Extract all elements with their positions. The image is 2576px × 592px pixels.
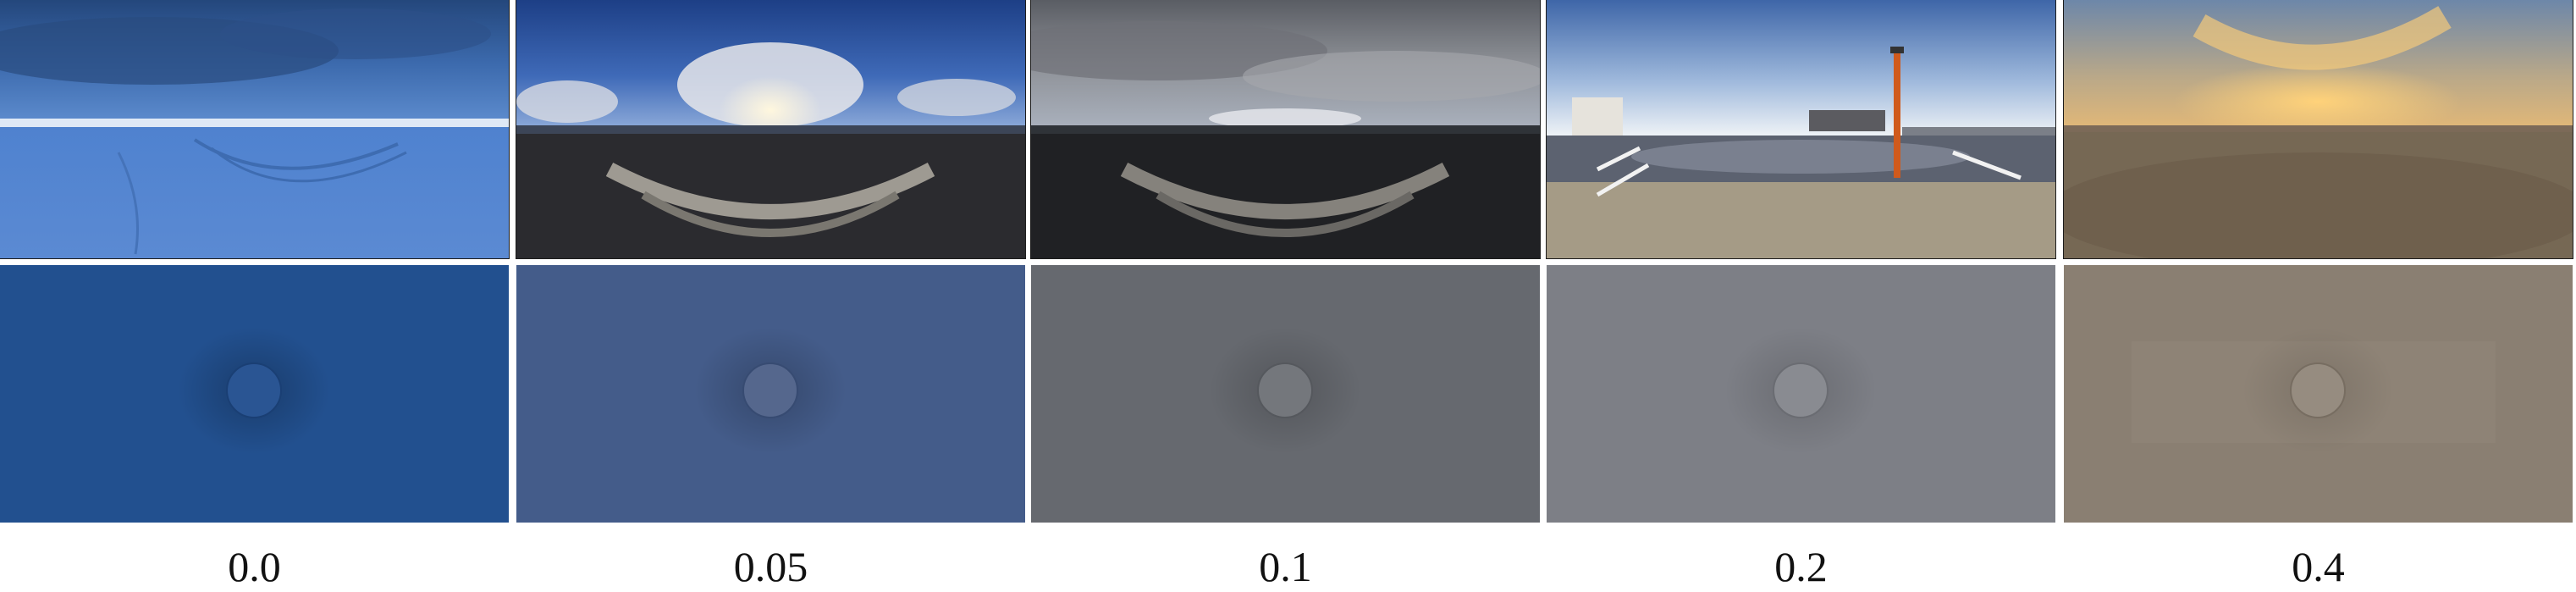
column-1: 0.05: [516, 0, 1026, 592]
rendered-sphere-preview: [0, 265, 509, 523]
roughness-label: 0.0: [228, 543, 281, 590]
column-2: 0.1: [1030, 0, 1541, 592]
rendered-sphere: [1773, 362, 1829, 418]
roughness-label: 0.2: [1774, 543, 1828, 590]
column-3: 0.2: [1546, 0, 2056, 592]
roughness-label: 0.1: [1259, 543, 1312, 590]
rendered-sphere: [1257, 362, 1313, 418]
environment-map-panorama: [0, 0, 510, 259]
rendered-sphere-preview: [516, 265, 1025, 523]
rendered-sphere: [2290, 362, 2346, 418]
environment-map-panorama: [516, 0, 1026, 259]
environment-map-panorama: [1030, 0, 1541, 259]
rendered-sphere-preview: [1031, 265, 1540, 523]
rendered-sphere-preview: [2064, 265, 2573, 523]
rendered-sphere: [742, 362, 798, 418]
column-4: 0.4: [2063, 0, 2573, 592]
environment-map-panorama: [1546, 0, 2056, 259]
roughness-label: 0.4: [2292, 543, 2345, 590]
roughness-label: 0.05: [733, 543, 808, 590]
rendered-sphere-preview: [1547, 265, 2055, 523]
environment-map-panorama: [2063, 0, 2573, 259]
rendered-sphere: [226, 362, 282, 418]
column-0: 0.0: [0, 0, 510, 592]
